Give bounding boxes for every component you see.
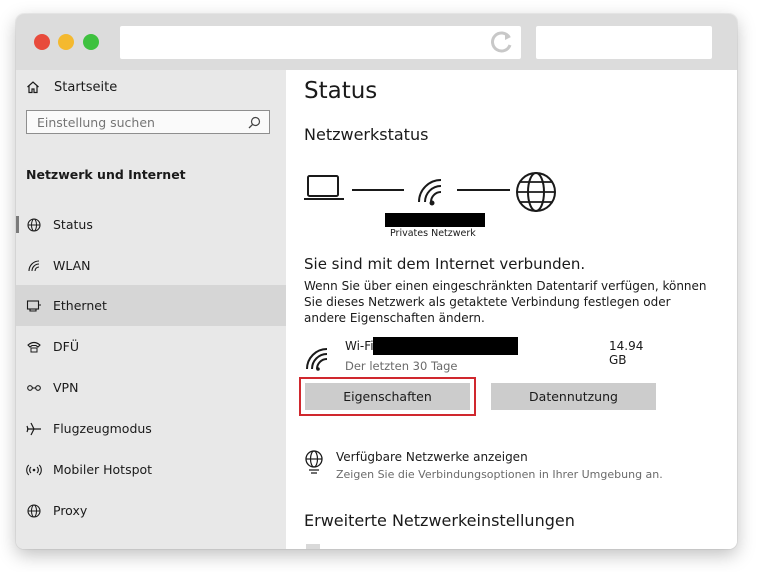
sidebar-item-wlan[interactable]: WLAN [16, 245, 286, 286]
connection-period: Der letzten 30 Tage [345, 359, 458, 373]
sidebar-item-label: DFÜ [53, 339, 79, 354]
sidebar-home-label: Startseite [54, 79, 118, 95]
page-title: Status [304, 78, 378, 104]
available-networks-link[interactable]: Verfügbare Netzwerke anzeigen Zeigen Sie… [304, 448, 704, 488]
sidebar-item-flugzeugmodus[interactable]: Flugzeugmodus [16, 408, 286, 449]
settings-search-input[interactable] [35, 113, 239, 131]
globe-icon [27, 503, 41, 518]
search-icon[interactable] [248, 116, 261, 129]
sidebar-item-label: Flugzeugmodus [53, 421, 152, 436]
laptop-icon [304, 175, 344, 200]
wifi-icon [306, 348, 328, 371]
sidebar-item-label: VPN [53, 380, 79, 395]
sidebar-item-label: WLAN [53, 258, 91, 273]
home-icon [27, 81, 39, 94]
browser-window: Startseite Netzwerk und Internet Status [16, 14, 737, 549]
browser-search-bar[interactable] [536, 26, 712, 59]
connection-name: Wi-Fi [345, 339, 374, 353]
available-networks-subtitle: Zeigen Sie die Verbindungsoptionen in Ih… [336, 468, 663, 481]
data-usage-amount: 14.94 GB [609, 339, 644, 367]
sidebar-accent [16, 216, 19, 233]
internet-globe-icon [516, 172, 556, 212]
redacted-network-name [385, 213, 485, 227]
address-bar[interactable] [120, 26, 521, 59]
ethernet-icon [26, 299, 41, 312]
settings-search-box[interactable] [26, 110, 270, 134]
sidebar-item-label: Proxy [53, 503, 88, 518]
browser-titlebar [16, 14, 737, 70]
network-status-heading: Netzwerkstatus [304, 125, 429, 144]
globe-icon [305, 450, 323, 474]
sidebar-item-label: Ethernet [53, 298, 107, 313]
phone-icon [27, 341, 41, 352]
globe-icon [27, 217, 41, 232]
hotspot-icon [26, 464, 42, 475]
metered-description: Wenn Sie über einen eingeschränkten Date… [304, 279, 707, 325]
available-networks-title: Verfügbare Netzwerke anzeigen [336, 450, 528, 464]
sidebar-item-vpn[interactable]: VPN [16, 367, 286, 408]
sidebar-item-ethernet[interactable]: Ethernet [16, 285, 286, 326]
wifi-icon [28, 259, 40, 271]
vpn-icon [27, 384, 41, 391]
airplane-icon [26, 422, 41, 435]
advanced-settings-heading: Erweiterte Netzwerkeinstellungen [304, 511, 575, 530]
sidebar-item-mobiler-hotspot[interactable]: Mobiler Hotspot [16, 449, 286, 490]
cut-off-item [306, 544, 320, 549]
sidebar-item-status[interactable]: Status [16, 204, 286, 245]
sidebar-heading: Netzwerk und Internet [26, 167, 186, 182]
highlight-box [299, 377, 476, 416]
connection-status-text: Sie sind mit dem Internet verbunden. [304, 255, 586, 273]
sidebar-item-dfu[interactable]: DFÜ [16, 326, 286, 367]
sidebar-item-label: Mobiler Hotspot [53, 462, 153, 477]
wifi-router-icon [418, 179, 442, 206]
minimize-window-button[interactable] [58, 34, 74, 50]
data-usage-button[interactable]: Datennutzung [491, 383, 656, 410]
close-window-button[interactable] [34, 34, 50, 50]
network-type-label: Privates Netzwerk [390, 228, 476, 239]
reload-icon[interactable] [489, 29, 515, 55]
settings-content: Status Netzwerkstatus Privates Netzwerk [286, 70, 737, 549]
redacted-ssid [373, 337, 518, 355]
sidebar-item-proxy[interactable]: Proxy [16, 490, 286, 531]
settings-sidebar: Startseite Netzwerk und Internet Status [16, 70, 286, 549]
maximize-window-button[interactable] [83, 34, 99, 50]
connection-row: Wi-Fi Der letzten 30 Tage 14.94 GB [304, 327, 664, 377]
sidebar-item-label: Status [53, 217, 93, 232]
sidebar-home[interactable]: Startseite [26, 76, 117, 98]
